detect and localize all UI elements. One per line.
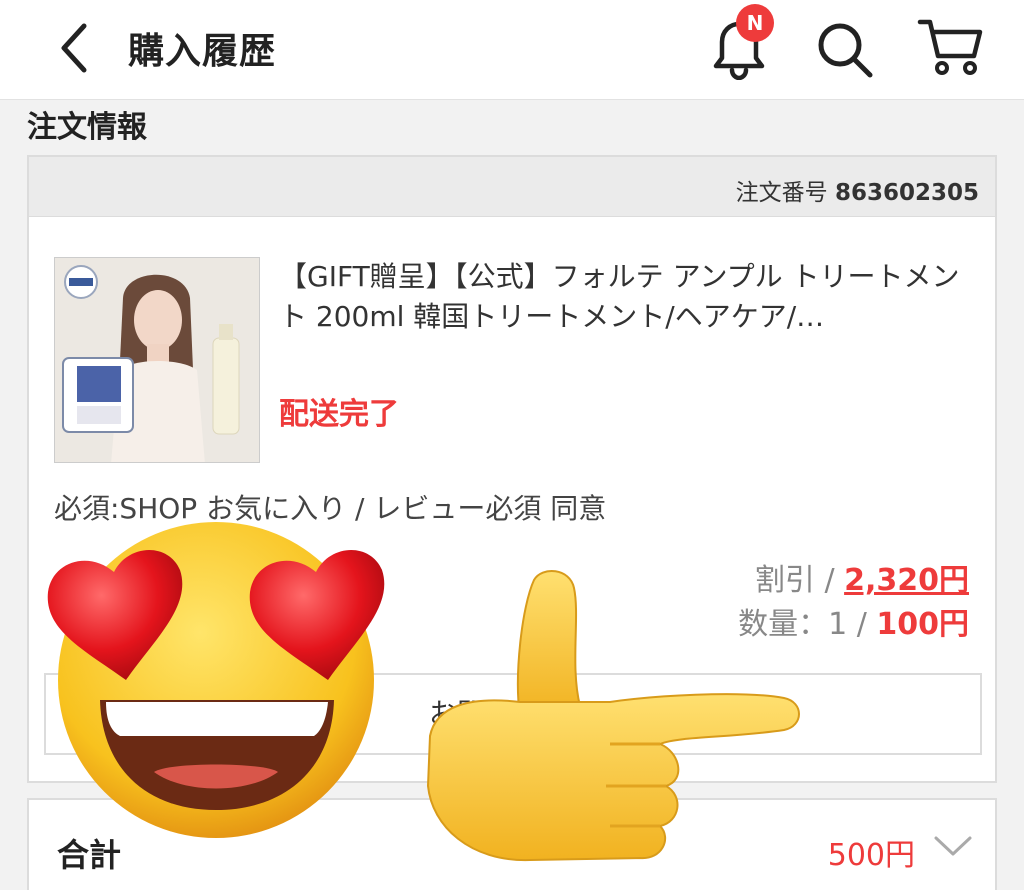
chevron-down-icon[interactable] <box>933 830 973 860</box>
order-header: 注文番号 863602305 <box>29 157 995 217</box>
heart-eyes-emoji-sticker <box>47 522 385 838</box>
order-number-value: 863602305 <box>834 180 979 206</box>
product-name[interactable]: 【GIFT贈呈】【公式】フォルテ アンプル トリートメント 200ml 韓国トリ… <box>279 257 979 337</box>
back-arrow-icon <box>61 23 87 73</box>
section-title: 注文情報 <box>27 110 147 145</box>
app-header: 購入履歴 N <box>0 0 1024 100</box>
page-title: 購入履歴 <box>128 31 277 72</box>
search-button[interactable] <box>812 18 878 80</box>
order-number-label: 注文番号 <box>735 180 828 206</box>
shipping-status: 配送完了 <box>279 397 399 432</box>
cart-icon <box>917 19 983 75</box>
back-button[interactable] <box>52 20 100 76</box>
notification-badge: N <box>736 4 774 42</box>
discount-value: 2,320円 <box>844 563 969 598</box>
total-value: 500円 <box>827 838 915 873</box>
order-number: 注文番号 863602305 <box>736 173 979 207</box>
search-icon <box>818 23 873 78</box>
product-thumbnail[interactable] <box>54 257 260 463</box>
cart-button[interactable] <box>916 16 986 78</box>
pointing-hand-emoji-sticker <box>426 569 800 862</box>
quantity-price: 100円 <box>876 607 969 642</box>
